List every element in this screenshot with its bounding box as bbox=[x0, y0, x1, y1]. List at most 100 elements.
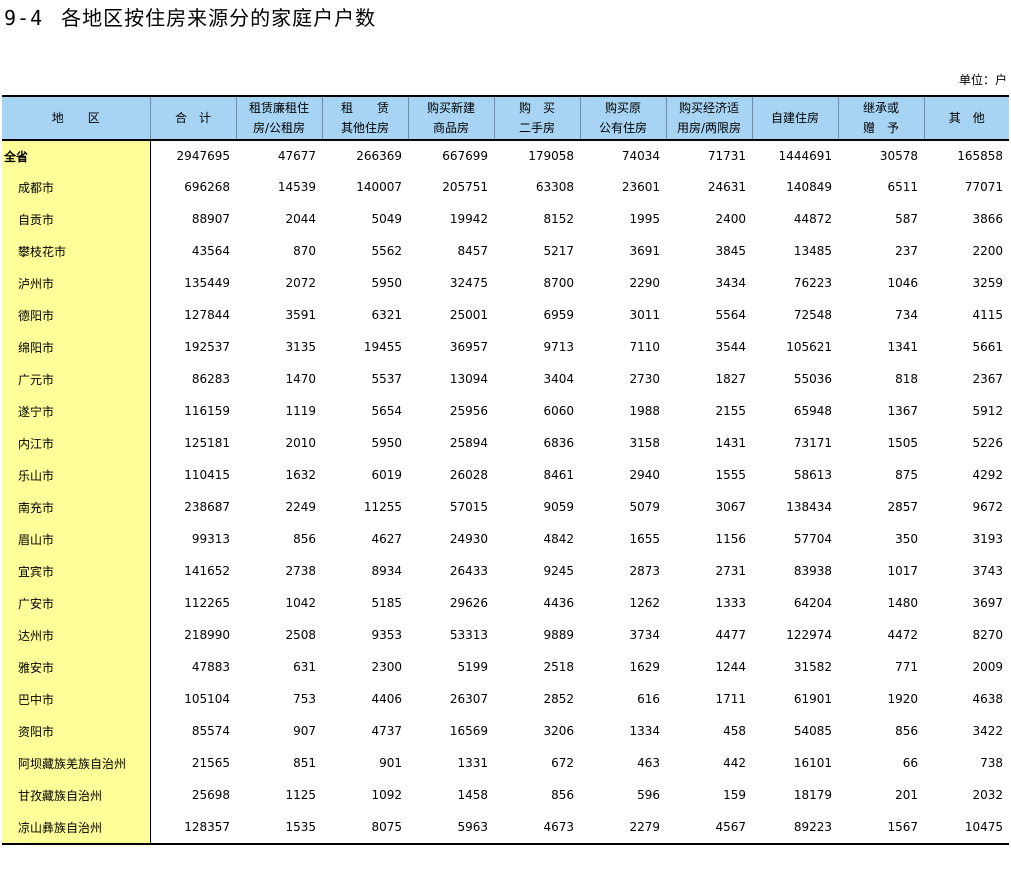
table-row: 遂宁市 116159 1119 5654 25956 6060 1988 2155 65948 1… bbox=[2, 395, 1009, 427]
value-cell: 856 bbox=[895, 724, 918, 738]
table-body: 全省 2947695 47677 266369 667699 179058 74034 717… bbox=[2, 140, 1009, 845]
value-cell: 4737 bbox=[371, 724, 402, 738]
table-row: 达州市 218990 2508 9353 53313 9889 3734 4477 122974… bbox=[2, 619, 1009, 651]
value-cell: 1431 bbox=[715, 436, 746, 450]
value-cell: 4472 bbox=[887, 628, 918, 642]
value-cell: 4673 bbox=[494, 811, 580, 845]
value-cell: 138434 bbox=[786, 500, 832, 514]
value-cell: 3067 bbox=[715, 500, 746, 514]
region-cell: 宜宾市 bbox=[2, 555, 151, 587]
column-header-line: 购买新建 bbox=[426, 101, 475, 115]
value-cell: 16101 bbox=[793, 756, 832, 770]
value-cell: 8075 bbox=[322, 811, 408, 845]
column-header-line: 购买经济适 bbox=[678, 101, 739, 115]
table-row: 眉山市 99313 856 4627 24930 4842 1655 1156 57704 350… bbox=[2, 523, 1009, 555]
value-cell: 3193 bbox=[972, 532, 1003, 546]
value-cell: 3404 bbox=[543, 372, 574, 386]
value-cell: 105104 bbox=[184, 692, 230, 706]
value-cell: 1341 bbox=[887, 340, 918, 354]
value-cell: 587 bbox=[895, 212, 918, 226]
column-header: 购买经济适 用房/两限房 bbox=[665, 95, 753, 141]
value-cell: 1156 bbox=[715, 532, 746, 546]
value-cell: 44872 bbox=[793, 212, 832, 226]
value-cell: 5079 bbox=[629, 500, 660, 514]
value-cell: 596 bbox=[637, 788, 660, 802]
value-cell: 2400 bbox=[715, 212, 746, 226]
column-header: 租 赁其他住房 bbox=[321, 95, 409, 141]
value-cell: 856 bbox=[293, 532, 316, 546]
value-cell: 16569 bbox=[449, 724, 488, 738]
table-row: 雅安市 47883 631 2300 5199 2518 1629 1244 31582 771 2… bbox=[2, 651, 1009, 683]
value-cell: 141652 bbox=[184, 564, 230, 578]
unit-label: 单位：户 bbox=[958, 73, 1007, 87]
value-cell: 1470 bbox=[285, 372, 316, 386]
column-header: 继承或赠 予 bbox=[837, 95, 925, 141]
value-cell: 1988 bbox=[629, 404, 660, 418]
value-cell: 8700 bbox=[543, 276, 574, 290]
value-cell: 23601 bbox=[621, 180, 660, 194]
value-cell: 2731 bbox=[715, 564, 746, 578]
region-cell: 阿坝藏族羌族自治州 bbox=[2, 747, 151, 779]
value-cell: 31582 bbox=[793, 660, 832, 674]
table-row: 泸州市 135449 2072 5950 32475 8700 2290 3434 76223 1… bbox=[2, 267, 1009, 299]
region-cell: 资阳市 bbox=[2, 715, 151, 747]
value-cell: 9245 bbox=[543, 564, 574, 578]
column-header-line: 租 赁 bbox=[340, 101, 389, 115]
value-cell: 116159 bbox=[184, 404, 230, 418]
value-cell: 10475 bbox=[924, 811, 1009, 845]
value-cell: 110415 bbox=[184, 468, 230, 482]
value-cell: 9672 bbox=[972, 500, 1003, 514]
column-header: 购买原 公有住房 bbox=[579, 95, 667, 141]
value-cell: 9889 bbox=[543, 628, 574, 642]
value-cell: 88907 bbox=[191, 212, 230, 226]
value-cell: 25894 bbox=[449, 436, 488, 450]
value-cell: 83938 bbox=[793, 564, 832, 578]
column-header-line: 房/公租房 bbox=[252, 121, 306, 135]
value-cell: 1244 bbox=[715, 660, 746, 674]
value-cell: 201 bbox=[895, 788, 918, 802]
value-cell: 4436 bbox=[543, 596, 574, 610]
value-cell: 125181 bbox=[184, 436, 230, 450]
value-cell: 32475 bbox=[449, 276, 488, 290]
value-cell: 1567 bbox=[838, 811, 924, 845]
table-row: 资阳市 85574 907 4737 16569 3206 1334 458 54085 856 3… bbox=[2, 715, 1009, 747]
value-cell: 26028 bbox=[449, 468, 488, 482]
value-cell: 856 bbox=[551, 788, 574, 802]
column-header-line: 商品房 bbox=[432, 121, 469, 135]
value-cell: 5963 bbox=[408, 811, 494, 845]
value-cell: 738 bbox=[980, 756, 1003, 770]
value-cell: 1920 bbox=[887, 692, 918, 706]
value-cell: 1119 bbox=[285, 404, 316, 418]
region-cell: 雅安市 bbox=[2, 651, 151, 683]
column-header: 合 计 bbox=[149, 95, 237, 141]
table-row: 凉山彝族自治州 128357 1535 8075 5963 4673 2279 4567 892… bbox=[2, 811, 1009, 845]
value-cell: 631 bbox=[293, 660, 316, 674]
region-cell: 巴中市 bbox=[2, 683, 151, 715]
table-row: 绵阳市 192537 3135 19455 36957 9713 7110 3544 10562… bbox=[2, 331, 1009, 363]
value-cell: 43564 bbox=[191, 244, 230, 258]
value-cell: 5226 bbox=[972, 436, 1003, 450]
value-cell: 442 bbox=[723, 756, 746, 770]
value-cell: 66 bbox=[902, 756, 918, 770]
value-cell: 19942 bbox=[449, 212, 488, 226]
value-cell: 122974 bbox=[786, 628, 832, 642]
value-cell: 3206 bbox=[543, 724, 574, 738]
table-row: 广元市 86283 1470 5537 13094 3404 2730 1827 55036 81… bbox=[2, 363, 1009, 395]
value-cell: 4477 bbox=[715, 628, 746, 642]
value-cell: 165858 bbox=[957, 149, 1003, 163]
region-cell: 广安市 bbox=[2, 587, 151, 619]
region-cell: 遂宁市 bbox=[2, 395, 151, 427]
value-cell: 1827 bbox=[715, 372, 746, 386]
region-cell: 攀枝花市 bbox=[2, 235, 151, 267]
value-cell: 2155 bbox=[715, 404, 746, 418]
value-cell: 9713 bbox=[543, 340, 574, 354]
column-header-line: 其 他 bbox=[948, 111, 985, 125]
value-cell: 3743 bbox=[972, 564, 1003, 578]
value-cell: 25956 bbox=[449, 404, 488, 418]
value-cell: 3845 bbox=[715, 244, 746, 258]
table-row: 阿坝藏族羌族自治州 21565 851 901 1331 672 463 442 16101 66… bbox=[2, 747, 1009, 779]
value-cell: 85574 bbox=[191, 724, 230, 738]
column-header-line: 赠 予 bbox=[862, 121, 899, 135]
value-cell: 24631 bbox=[707, 180, 746, 194]
value-cell: 24930 bbox=[449, 532, 488, 546]
